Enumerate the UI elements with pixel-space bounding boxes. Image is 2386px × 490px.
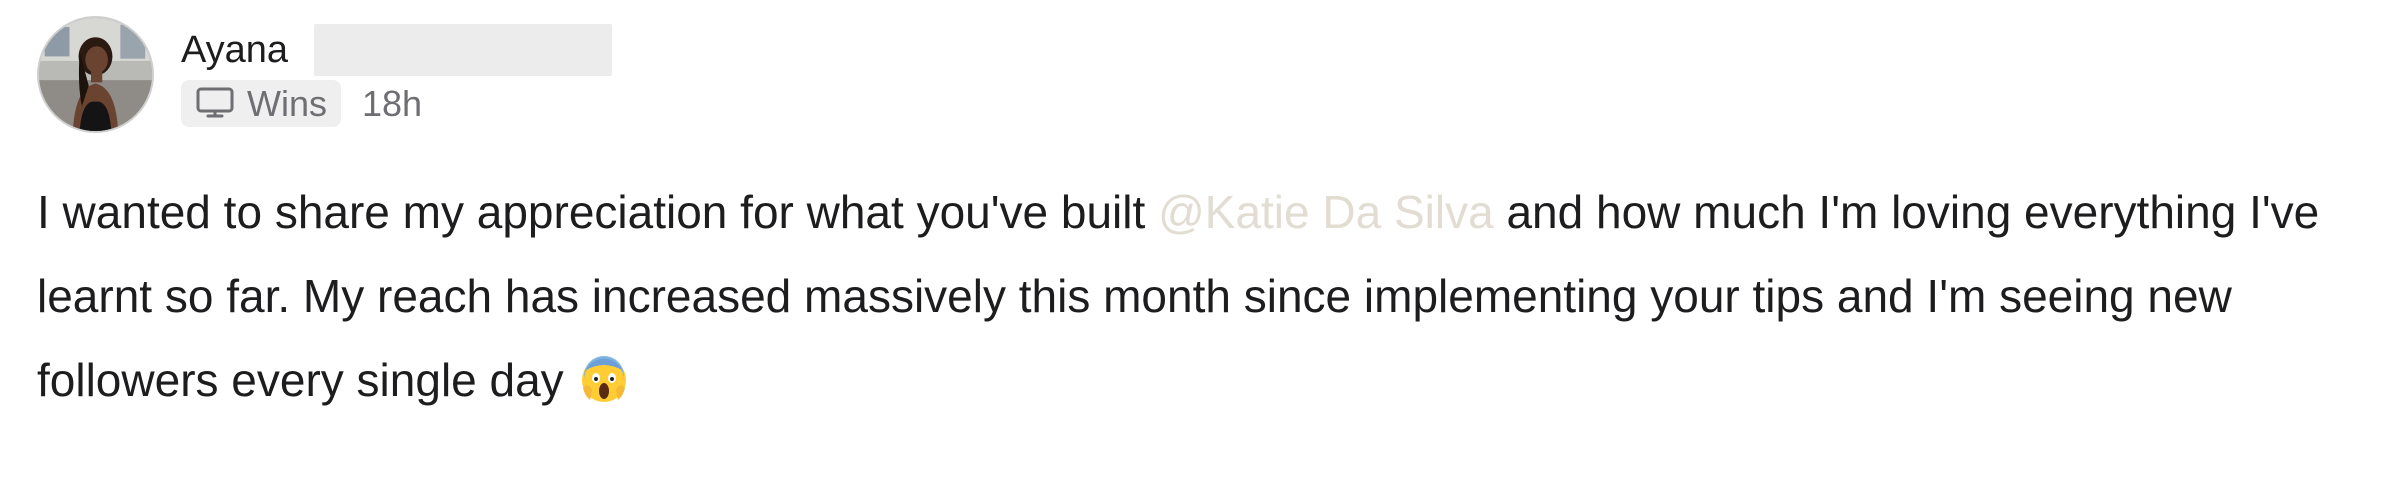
post-body-text-1: I wanted to share my appreciation for wh… bbox=[37, 186, 1159, 238]
avatar-photo bbox=[39, 18, 152, 131]
monitor-icon bbox=[193, 84, 237, 124]
author-avatar[interactable] bbox=[37, 16, 154, 133]
community-post: Ayana Wins 18h I wanted to share my appr… bbox=[0, 0, 2386, 490]
space-tag-label: Wins bbox=[247, 83, 327, 124]
author-name[interactable]: Ayana bbox=[181, 26, 288, 74]
redacted-block bbox=[314, 24, 612, 76]
face-screaming-in-fear-icon bbox=[580, 346, 628, 402]
user-mention-link[interactable]: @Katie Da Silva bbox=[1158, 186, 1494, 238]
space-tag-button[interactable]: Wins bbox=[181, 80, 341, 127]
post-body: I wanted to share my appreciation for wh… bbox=[37, 170, 2357, 422]
post-timestamp[interactable]: 18h bbox=[362, 80, 422, 127]
